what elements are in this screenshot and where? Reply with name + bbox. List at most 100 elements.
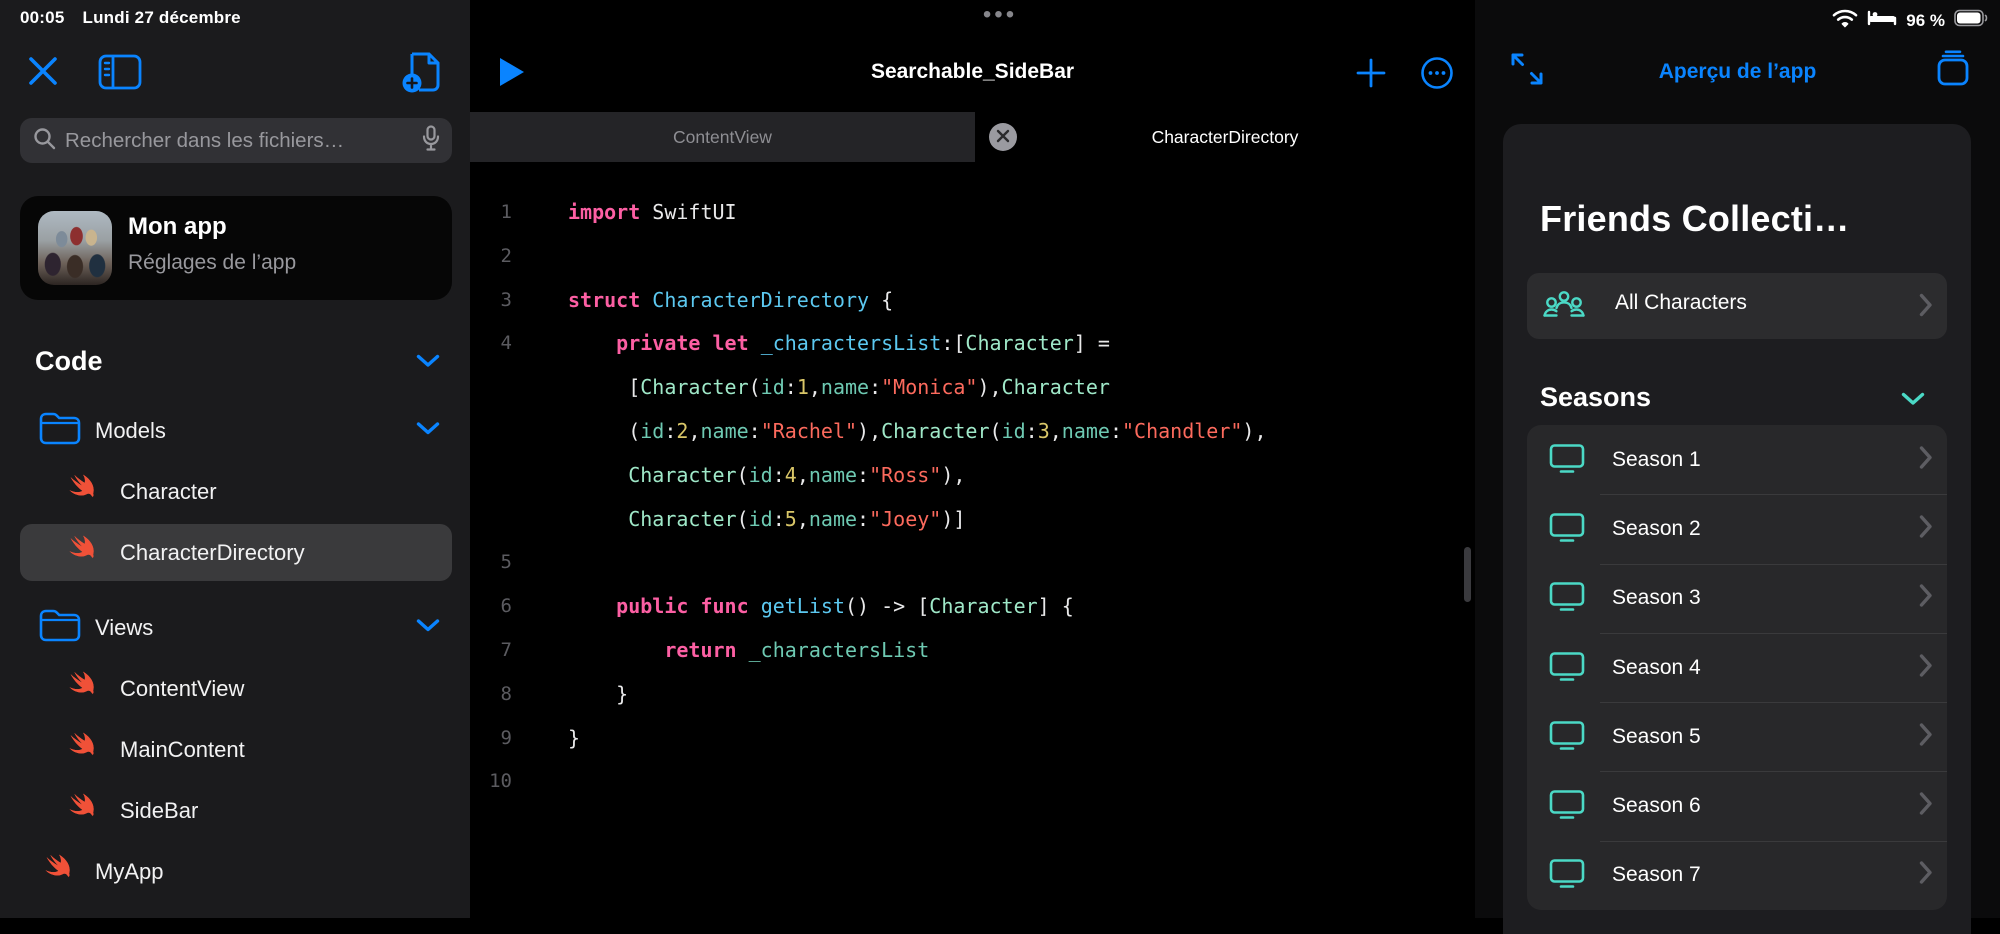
code-editor[interactable]: 1import SwiftUI23struct CharacterDirecto… [470, 162, 1475, 804]
tab-characterdirectory[interactable]: CharacterDirectory [975, 112, 1475, 162]
chevron-right-icon [1919, 653, 1933, 682]
tv-icon [1547, 717, 1587, 756]
sidebar-toggle-button[interactable] [97, 52, 143, 92]
line-number: 10 [470, 760, 512, 804]
folder-row-views[interactable]: Views [0, 597, 470, 658]
status-bar-right: 96 % [1832, 8, 1988, 33]
code-line[interactable]: 4 private let _charactersList:[Character… [470, 322, 1475, 366]
swift-file-icon [62, 471, 100, 512]
file-row-characterdirectory[interactable]: CharacterDirectory [0, 522, 470, 583]
line-number: 3 [470, 279, 512, 323]
seasons-header: Seasons [1540, 382, 1651, 413]
season-label: Season 1 [1612, 448, 1701, 472]
tab-label: ContentView [673, 127, 772, 148]
tree-item-label: ContentView [120, 676, 244, 702]
seasons-collapse-chevron[interactable] [1901, 392, 1925, 411]
file-browser-sidebar: 00:05 Lundi 27 décembre Rechercher dans l… [0, 0, 470, 918]
sidebar-toggle-icon [97, 52, 143, 92]
file-row-myapp[interactable]: MyApp [0, 841, 470, 902]
file-row-character[interactable]: Character [0, 461, 470, 522]
line-number: 8 [470, 673, 512, 717]
status-time: 00:05 [20, 8, 64, 27]
season-row-season-6[interactable]: Season 6 [1527, 771, 1947, 840]
code-line[interactable]: Character(id:5,name:"Joey")] [470, 498, 1475, 542]
season-row-season-2[interactable]: Season 2 [1527, 494, 1947, 563]
status-date: Lundi 27 décembre [82, 8, 240, 27]
code-line[interactable]: 3struct CharacterDirectory { [470, 279, 1475, 323]
chevron-right-icon [1919, 445, 1933, 474]
code-line[interactable]: (id:2,name:"Rachel"),Character(id:3,name… [470, 410, 1475, 454]
code-line[interactable]: 2 [470, 235, 1475, 279]
season-label: Season 7 [1612, 863, 1701, 887]
code-line[interactable]: 8 } [470, 673, 1475, 717]
line-number: 7 [470, 629, 512, 673]
more-options-button[interactable] [1420, 56, 1454, 95]
chevron-down-icon[interactable] [416, 618, 440, 637]
tab-contentview[interactable]: ContentView [470, 112, 975, 162]
seasons-list: Season 1 Season 2Season 3Season 4Season 5… [1527, 425, 1947, 910]
code-line[interactable]: Character(id:4,name:"Ross"), [470, 454, 1475, 498]
battery-percent: 96 % [1906, 11, 1945, 31]
tab-close-button[interactable] [989, 123, 1017, 151]
folder-icon [38, 410, 82, 451]
chevron-down-icon[interactable] [416, 421, 440, 440]
code-line[interactable]: 9} [470, 717, 1475, 761]
season-row-season-1[interactable]: Season 1 [1527, 425, 1947, 494]
add-file-button[interactable] [398, 46, 450, 98]
line-number [470, 454, 512, 498]
tree-item-label: Views [95, 615, 153, 641]
mic-icon[interactable] [422, 125, 440, 157]
folder-row-models[interactable]: Models [0, 400, 470, 461]
code-line[interactable]: [Character(id:1,name:"Monica"),Character [470, 366, 1475, 410]
ellipsis-circle-icon [1420, 77, 1454, 94]
line-number: 2 [470, 235, 512, 279]
search-input[interactable]: Rechercher dans les fichiers… [20, 118, 452, 163]
code-line[interactable]: 7 return _charactersList [470, 629, 1475, 673]
all-characters-row[interactable]: All Characters [1527, 273, 1947, 339]
add-tab-button[interactable] [1355, 57, 1387, 94]
app-switcher-button[interactable] [1934, 50, 1972, 93]
season-row-season-3[interactable]: Season 3 [1527, 564, 1947, 633]
app-switcher-icon [1934, 75, 1972, 92]
code-editor-pane: Searchable_SideBar ContentView Character… [470, 0, 1475, 918]
file-row-contentview[interactable]: ContentView [0, 658, 470, 719]
season-row-season-5[interactable]: Season 5 [1527, 702, 1947, 771]
tv-icon [1547, 648, 1587, 687]
code-line[interactable]: 6 public func getList() -> [Character] { [470, 585, 1475, 629]
code-section-header[interactable]: Code [0, 344, 470, 386]
tree-item-label: MyApp [95, 859, 163, 885]
app-card-subtitle: Réglages de l’app [128, 251, 296, 275]
file-tree: Models Character CharacterDirectory Views Co… [0, 400, 470, 902]
tv-icon [1547, 509, 1587, 548]
file-row-sidebar[interactable]: SideBar [0, 780, 470, 841]
season-label: Season 6 [1612, 794, 1701, 818]
window-handle-dots[interactable]: ••• [975, 6, 1025, 24]
tree-item-label: MainContent [120, 737, 245, 763]
close-project-button[interactable] [25, 53, 61, 89]
line-number [470, 410, 512, 454]
app-preview-pane: 96 % Aperçu de l’app Friends Collecti… A… [1475, 0, 2000, 918]
app-card-title: Mon app [128, 213, 227, 241]
preview-title[interactable]: Aperçu de l’app [1475, 60, 2000, 84]
swift-file-icon [62, 668, 100, 709]
chevron-down-icon[interactable] [416, 354, 440, 373]
season-row-season-7[interactable]: Season 7 [1527, 841, 1947, 910]
folder-icon [38, 607, 82, 648]
code-section-label: Code [35, 346, 103, 377]
season-row-season-4[interactable]: Season 4 [1527, 633, 1947, 702]
file-row-maincontent[interactable]: MainContent [0, 719, 470, 780]
chevron-right-icon [1919, 293, 1933, 322]
code-line[interactable]: 1import SwiftUI [470, 191, 1475, 235]
chevron-right-icon [1919, 514, 1933, 543]
editor-scrollbar[interactable] [1464, 547, 1471, 602]
tree-item-label: Character [120, 479, 217, 505]
project-title: Searchable_SideBar [470, 60, 1475, 84]
code-line[interactable]: 5 [470, 541, 1475, 585]
tv-icon [1547, 440, 1587, 479]
app-settings-card[interactable]: Mon app Réglages de l’app [20, 196, 452, 300]
code-line[interactable]: 10 [470, 760, 1475, 804]
line-number: 1 [470, 191, 512, 235]
line-number: 5 [470, 541, 512, 585]
swift-file-icon [38, 851, 76, 892]
preview-card: Friends Collecti… All Characters Seasons… [1503, 124, 1971, 934]
